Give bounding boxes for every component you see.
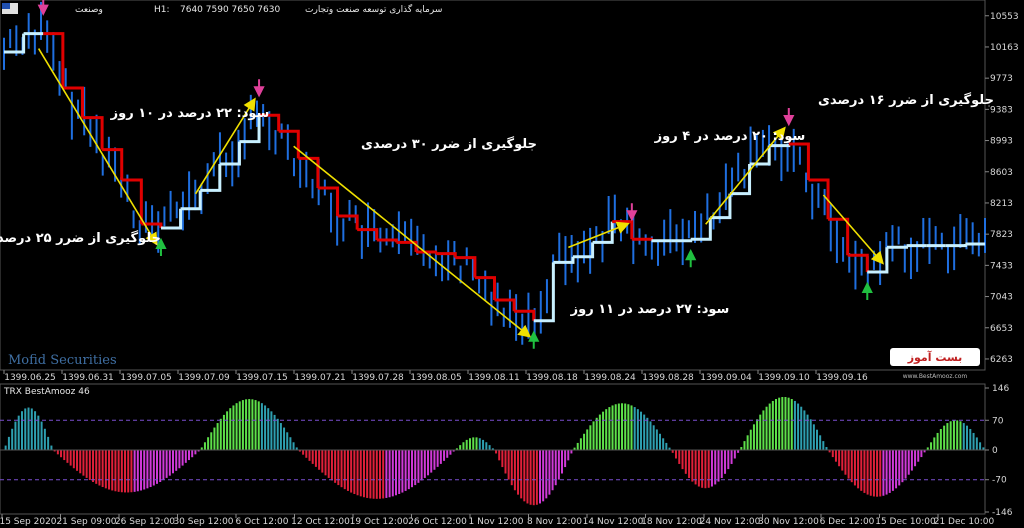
time-tick-label: 6 Oct 12:00	[236, 517, 289, 527]
price-axis: 10553 10163 9773 9383 8993 8603 8213 7823 7433 70…	[985, 12, 1019, 365]
brand-site: www.BestAmooz.com	[903, 373, 968, 380]
header-title: سرمایه گذاری توسعه صنعت وتجارت	[305, 3, 442, 15]
date-tick-label: 1399.08.24	[584, 373, 636, 383]
time-tick-label: 12 Oct 12:00	[291, 517, 350, 527]
price-tick-label: 8993	[990, 137, 1013, 147]
date-tick-label: 1399.06.31	[62, 373, 114, 383]
date-tick-label: 1399.09.16	[816, 373, 868, 383]
trend-segment-up	[945, 244, 967, 248]
indicator-label: TRX BestAmooz 46	[3, 387, 90, 397]
date-tick-label: 1399.08.11	[468, 373, 520, 383]
date-tick-label: 1399.08.18	[526, 373, 578, 383]
time-tick-label: 21 Dec 10:00	[934, 517, 995, 527]
time-tick-label: 15 Sep 2020	[0, 517, 57, 527]
indicator-tick-label: 0	[992, 446, 998, 456]
price-tick-label: 7823	[990, 230, 1013, 240]
date-tick-label: 1399.09.04	[700, 373, 752, 383]
brand-logo: بست آموز www.BestAmooz.com	[890, 348, 980, 380]
brand-logo-text: بست آموز	[907, 350, 963, 364]
trend-segment-up	[671, 239, 693, 243]
price-chart[interactable]: سرمایه گذاری توسعه صنعت وتجارت 7640 7590…	[0, 0, 1024, 528]
date-tick-label: 1399.07.09	[178, 373, 230, 383]
date-tick-label: 1399.07.15	[236, 373, 288, 383]
price-tick-label: 8213	[990, 199, 1013, 209]
flag-canton	[2, 3, 10, 9]
time-tick-label: 19 Oct 12:00	[350, 517, 409, 527]
indicator-tick-label: 70	[992, 416, 1004, 426]
indicator-tick-label: -70	[992, 476, 1007, 486]
price-tick-label: 10163	[990, 43, 1019, 53]
date-tick-label: 1399.07.05	[120, 373, 172, 383]
date-tick-label: 1399.07.21	[294, 373, 346, 383]
header-ohlc: 7640 7590 7650 7630	[180, 5, 280, 15]
price-tick-label: 10553	[990, 12, 1019, 22]
price-pane	[0, 0, 986, 371]
time-tick-label: 15 Dec 10:00	[875, 517, 936, 527]
annotation-loss-25: جلوگیری از ضرر ۲۵ درصدی	[0, 230, 161, 246]
price-tick-label: 9773	[990, 74, 1013, 84]
time-tick-label: 26 Oct 12:00	[408, 517, 467, 527]
date-axis: 1399.06.25 1399.06.31 1399.07.05 1399.07.09…	[3, 370, 868, 383]
time-tick-label: 14 Nov 12:00	[583, 517, 644, 527]
price-tick-label: 7043	[990, 293, 1013, 303]
time-tick-label: 26 Sep 12:00	[115, 517, 175, 527]
date-tick-label: 1399.07.28	[352, 373, 404, 383]
trend-segment-up	[886, 245, 909, 249]
time-tick-label: 30 Sep 12:00	[173, 517, 233, 527]
price-tick-label: 7433	[990, 261, 1013, 271]
date-tick-label: 1399.08.28	[642, 373, 694, 383]
time-tick-label: 6 Dec 12:00	[820, 517, 875, 527]
price-tick-label: 9383	[990, 105, 1013, 115]
time-tick-label: 1 Nov 12:00	[469, 517, 524, 527]
time-tick-label: 24 Nov 12:00	[700, 517, 761, 527]
broker-watermark: Mofid Securities	[8, 353, 117, 368]
header-timeframe: H1:	[154, 5, 170, 15]
time-tick-label: 21 Sep 09:00	[56, 517, 116, 527]
time-tick-label: 30 Nov 12:00	[758, 517, 819, 527]
annotation-loss-16: جلوگیری از ضرر ۱۶ درصدی	[818, 92, 994, 108]
price-tick-label: 6263	[990, 355, 1013, 365]
time-tick-label: 8 Nov 12:00	[527, 517, 582, 527]
indicator-tick-label: -146	[992, 508, 1013, 518]
time-axis: 15 Sep 2020 21 Sep 09:0026 Sep 12:0030 Se…	[0, 514, 995, 527]
trend-segment-down	[631, 237, 653, 241]
header-symbol: وصنعت	[75, 5, 103, 15]
annotation-profit-20: سود: ۲۰ درصد در ۴ روز	[654, 129, 806, 144]
annotation-loss-30: جلوگیری از ضرر ۳۰ درصدی	[361, 136, 537, 152]
price-tick-label: 6653	[990, 324, 1013, 334]
date-tick-label: 1399.06.25	[4, 373, 56, 383]
time-tick-label: 18 Nov 12:00	[641, 517, 702, 527]
indicator-axis: 146 70 0 -70 -146	[985, 384, 1013, 518]
price-tick-label: 8603	[990, 168, 1013, 178]
annotation-profit-22: سود: ۲۲ درصد در ۱۰ روز	[110, 106, 270, 121]
annotation-profit-27: سود: ۲۷ درصد در ۱۱ روز	[570, 302, 730, 317]
date-tick-label: 1399.08.05	[410, 373, 462, 383]
indicator-tick-label: 146	[992, 384, 1009, 394]
date-tick-label: 1399.09.10	[758, 373, 810, 383]
